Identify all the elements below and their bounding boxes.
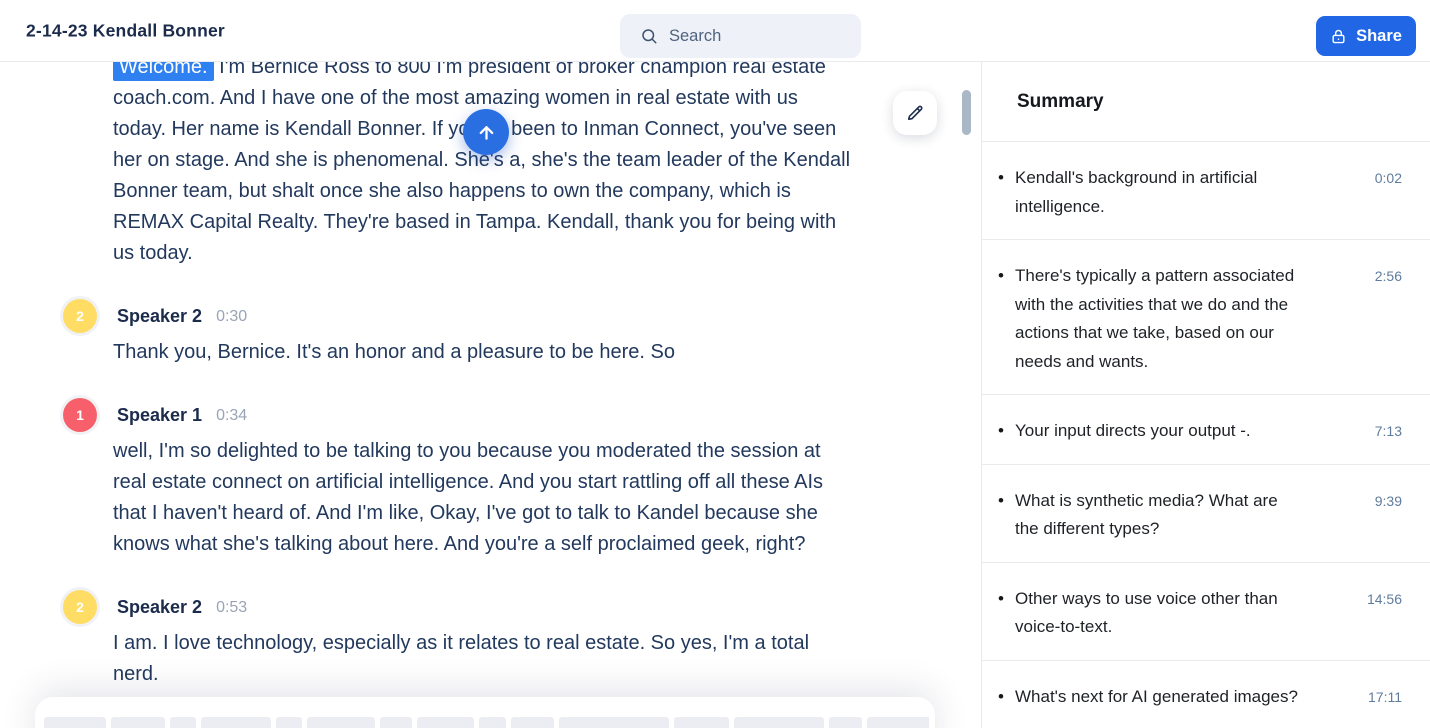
timeline-segment[interactable] — [734, 717, 824, 728]
speaker-row: 2 Speaker 2 0:30 — [63, 299, 913, 333]
timeline-segment[interactable] — [417, 717, 474, 728]
summary-item-text: Your input directs your output -. — [1015, 417, 1375, 446]
active-word-highlight[interactable]: Welcome. — [113, 62, 214, 81]
timeline-segment[interactable] — [511, 717, 554, 728]
transcript-panel: Welcome. I'm Bernice Ross to 800 I'm pre… — [0, 62, 980, 728]
speaker-avatar[interactable]: 1 — [63, 398, 97, 432]
timeline-segment[interactable] — [559, 717, 669, 728]
search-icon — [640, 27, 658, 45]
transcript-content: Welcome. I'm Bernice Ross to 800 I'm pre… — [113, 62, 913, 690]
transcript-paragraph[interactable]: Welcome. I'm Bernice Ross to 800 I'm pre… — [113, 62, 913, 269]
transcript-text: coach.com. And I have one of the most am… — [113, 83, 913, 269]
summary-item[interactable]: • Kendall's background in artificial int… — [982, 142, 1430, 240]
speaker-name[interactable]: Speaker 2 — [117, 301, 202, 332]
summary-item[interactable]: • Your input directs your output -. 7:13 — [982, 395, 1430, 465]
speaker-row: 1 Speaker 1 0:34 — [63, 398, 913, 432]
timeline-row — [44, 717, 929, 728]
timeline-segment[interactable] — [170, 717, 196, 728]
top-bar: 2-14-23 Kendall Bonner Share — [0, 0, 1430, 62]
speaker-avatar[interactable]: 2 — [63, 590, 97, 624]
scroll-up-button[interactable] — [463, 109, 509, 155]
summary-item[interactable]: • Other ways to use voice other than voi… — [982, 563, 1430, 661]
bullet-icon: • — [998, 164, 1015, 193]
timeline-segment[interactable] — [201, 717, 271, 728]
summary-heading: Summary — [982, 62, 1430, 142]
timeline-segment[interactable] — [867, 717, 929, 728]
share-button[interactable]: Share — [1316, 16, 1416, 56]
transcript-line-clipped: I'm Bernice Ross to 800 I'm president of… — [214, 62, 826, 78]
summary-item-text: What's next for AI generated images? — [1015, 683, 1368, 712]
summary-item-timestamp: 0:02 — [1375, 164, 1402, 192]
timeline-segment[interactable] — [829, 717, 862, 728]
bullet-icon: • — [998, 683, 1015, 712]
summary-item-timestamp: 9:39 — [1375, 487, 1402, 515]
summary-item-timestamp: 17:11 — [1368, 683, 1402, 711]
edit-button[interactable] — [893, 91, 937, 135]
summary-item-timestamp: 7:13 — [1375, 417, 1402, 445]
lock-icon — [1330, 28, 1347, 45]
share-button-label: Share — [1356, 27, 1402, 46]
summary-item-timestamp: 14:56 — [1367, 585, 1402, 613]
timeline-panel — [35, 697, 935, 728]
bullet-icon: • — [998, 262, 1015, 291]
recording-title: 2-14-23 Kendall Bonner — [26, 20, 225, 41]
summary-item-text: What is synthetic media? What are the di… — [1015, 487, 1375, 544]
timeline-segment[interactable] — [674, 717, 729, 728]
bullet-icon: • — [998, 417, 1015, 446]
speaker-row: 2 Speaker 2 0:53 — [63, 590, 913, 624]
summary-item-text: There's typically a pattern associated w… — [1015, 262, 1375, 376]
timeline-segment[interactable] — [479, 717, 506, 728]
summary-item-text: Other ways to use voice other than voice… — [1015, 585, 1367, 642]
speaker-timestamp[interactable]: 0:53 — [216, 592, 247, 623]
transcript-paragraph[interactable]: I am. I love technology, especially as i… — [113, 628, 913, 690]
search-input[interactable] — [667, 26, 837, 47]
timeline-segment[interactable] — [380, 717, 412, 728]
summary-item-text: Kendall's background in artificial intel… — [1015, 164, 1375, 221]
transcript-paragraph[interactable]: Thank you, Bernice. It's an honor and a … — [113, 337, 913, 368]
app-window: 2-14-23 Kendall Bonner Share Welcome. I'… — [0, 0, 1430, 728]
timeline-segment[interactable] — [111, 717, 165, 728]
summary-item[interactable]: • What is synthetic media? What are the … — [982, 465, 1430, 563]
speaker-avatar[interactable]: 2 — [63, 299, 97, 333]
pencil-icon — [905, 103, 925, 123]
summary-sidebar: Summary • Kendall's background in artifi… — [981, 62, 1430, 728]
timeline-segment[interactable] — [276, 717, 302, 728]
search-bar[interactable] — [620, 14, 861, 58]
arrow-up-icon — [476, 122, 497, 143]
summary-item[interactable]: • There's typically a pattern associated… — [982, 240, 1430, 395]
summary-item-timestamp: 2:56 — [1375, 262, 1402, 290]
transcript-paragraph[interactable]: well, I'm so delighted to be talking to … — [113, 436, 913, 560]
speaker-timestamp[interactable]: 0:34 — [216, 400, 247, 431]
scrollbar-thumb[interactable] — [962, 90, 971, 135]
timeline-segment[interactable] — [44, 717, 106, 728]
bullet-icon: • — [998, 487, 1015, 516]
speaker-name[interactable]: Speaker 2 — [117, 592, 202, 623]
speaker-name[interactable]: Speaker 1 — [117, 400, 202, 431]
summary-item[interactable]: • What's next for AI generated images? 1… — [982, 661, 1430, 728]
speaker-timestamp[interactable]: 0:30 — [216, 301, 247, 332]
timeline-segment[interactable] — [307, 717, 375, 728]
bullet-icon: • — [998, 585, 1015, 614]
